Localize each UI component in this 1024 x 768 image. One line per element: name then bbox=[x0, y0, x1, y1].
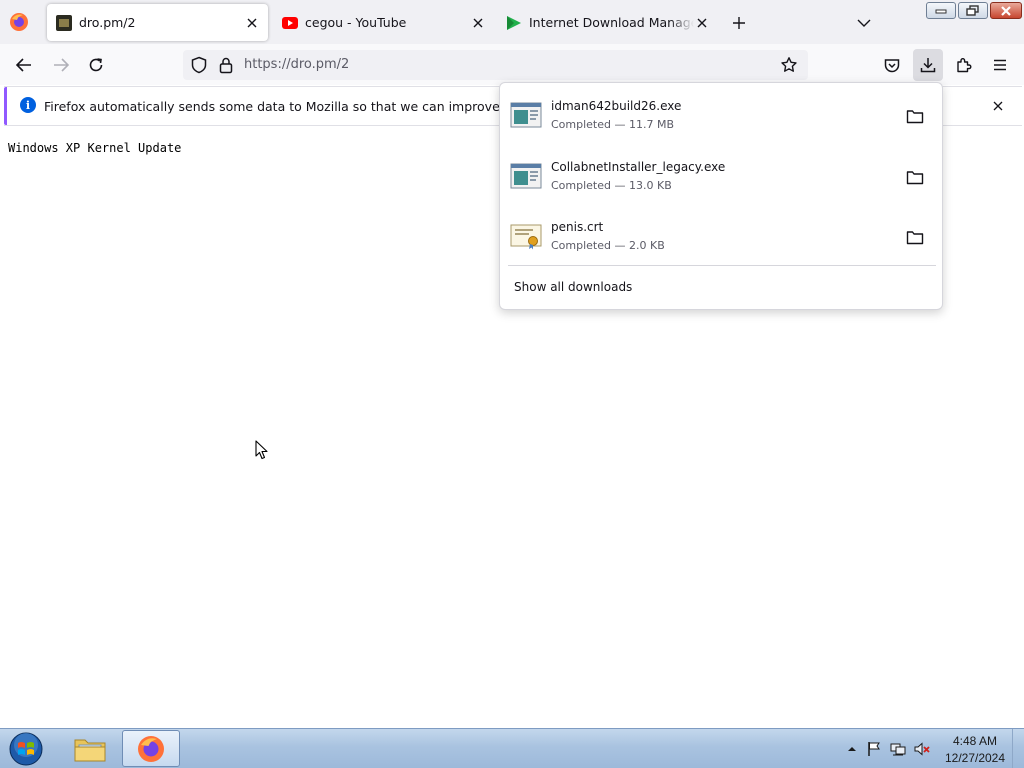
download-item[interactable]: penis.crt Completed — 2.0 KB bbox=[506, 208, 936, 264]
close-tab-icon[interactable] bbox=[694, 15, 710, 31]
url-text[interactable]: https://dro.pm/2 bbox=[244, 57, 349, 72]
page-body-text: Windows XP Kernel Update bbox=[8, 141, 182, 155]
list-all-tabs-button[interactable] bbox=[853, 12, 875, 34]
dro-pm-favicon-icon bbox=[56, 14, 72, 31]
exe-file-icon bbox=[510, 101, 542, 129]
system-clock[interactable]: 4:48 AM 12/27/2024 bbox=[938, 733, 1012, 767]
app-menu-button[interactable] bbox=[987, 52, 1013, 78]
close-tab-icon[interactable] bbox=[244, 15, 260, 31]
extensions-button[interactable] bbox=[951, 52, 977, 78]
hamburger-menu-icon bbox=[994, 59, 1006, 71]
download-file-name: idman642build26.exe bbox=[551, 99, 682, 113]
new-tab-button[interactable] bbox=[728, 12, 750, 34]
downloads-button[interactable] bbox=[913, 49, 943, 81]
taskbar-file-explorer-button[interactable] bbox=[61, 730, 119, 767]
firefox-logo-icon bbox=[138, 735, 164, 762]
exe-file-icon bbox=[510, 162, 542, 190]
download-status: Completed — 2.0 KB bbox=[551, 239, 665, 252]
back-button[interactable] bbox=[11, 52, 37, 78]
youtube-icon bbox=[282, 15, 298, 31]
folder-icon[interactable] bbox=[904, 226, 926, 248]
windows-taskbar: 4:48 AM 12/27/2024 bbox=[0, 728, 1024, 768]
show-all-downloads-button[interactable]: Show all downloads bbox=[514, 280, 632, 294]
arrow-left-icon bbox=[16, 58, 31, 72]
play-arrow-icon bbox=[506, 15, 522, 31]
restore-icon bbox=[966, 4, 979, 16]
start-button[interactable] bbox=[6, 731, 46, 767]
downloads-panel: idman642build26.exe Completed — 11.7 MB … bbox=[499, 82, 943, 310]
chevron-down-icon bbox=[857, 19, 871, 27]
minimize-icon bbox=[935, 9, 947, 13]
system-tray: 4:48 AM 12/27/2024 bbox=[840, 729, 1024, 768]
url-bar[interactable]: https://dro.pm/2 bbox=[183, 50, 808, 80]
clock-date: 12/27/2024 bbox=[944, 751, 1006, 765]
download-status: Completed — 11.7 MB bbox=[551, 118, 675, 131]
clock-time: 4:48 AM bbox=[952, 734, 998, 748]
tab-strip: dro.pm/2 cegou - YouTube Internet Downlo… bbox=[0, 0, 1024, 44]
divider bbox=[508, 265, 936, 266]
navigation-toolbar: https://dro.pm/2 bbox=[0, 44, 1024, 85]
firefox-logo-icon[interactable] bbox=[8, 11, 30, 33]
tab-title: Internet Download Manager is a bbox=[529, 15, 694, 30]
arrow-right-icon bbox=[54, 58, 69, 72]
tab-title: cegou - YouTube bbox=[305, 15, 407, 30]
taskbar-firefox-button[interactable] bbox=[122, 730, 180, 767]
download-arrow-icon bbox=[920, 58, 936, 73]
folder-library-icon bbox=[74, 739, 106, 761]
close-icon bbox=[1001, 5, 1011, 16]
star-icon[interactable] bbox=[780, 56, 798, 74]
reload-icon bbox=[89, 58, 103, 72]
window-minimize-button[interactable] bbox=[926, 2, 956, 19]
plus-icon bbox=[733, 17, 745, 29]
download-status: Completed — 13.0 KB bbox=[551, 179, 672, 192]
tab-title: dro.pm/2 bbox=[79, 15, 136, 30]
download-item[interactable]: CollabnetInstaller_legacy.exe Completed … bbox=[506, 148, 936, 204]
certificate-file-icon bbox=[510, 222, 542, 250]
network-icon[interactable] bbox=[890, 741, 906, 757]
download-item[interactable]: idman642build26.exe Completed — 11.7 MB bbox=[506, 87, 936, 143]
download-file-name: CollabnetInstaller_legacy.exe bbox=[551, 160, 726, 174]
folder-icon[interactable] bbox=[904, 105, 926, 127]
lock-icon[interactable] bbox=[218, 56, 234, 74]
close-tab-icon[interactable] bbox=[470, 15, 486, 31]
forward-button[interactable] bbox=[48, 52, 74, 78]
shield-icon[interactable] bbox=[190, 56, 208, 74]
mouse-pointer-icon bbox=[255, 440, 268, 460]
pocket-button[interactable] bbox=[879, 52, 905, 78]
action-center-flag-icon[interactable] bbox=[866, 741, 882, 757]
tab-dro-pm[interactable]: dro.pm/2 bbox=[47, 4, 268, 41]
puzzle-piece-icon bbox=[957, 58, 972, 73]
info-icon: i bbox=[20, 97, 36, 113]
volume-muted-icon[interactable] bbox=[914, 741, 930, 757]
window-restore-button[interactable] bbox=[958, 2, 988, 19]
tab-youtube[interactable]: cegou - YouTube bbox=[273, 4, 494, 41]
close-notification-icon[interactable] bbox=[990, 98, 1006, 114]
pocket-icon bbox=[884, 58, 900, 72]
notification-accent-stripe bbox=[4, 87, 7, 125]
show-desktop-button[interactable] bbox=[1012, 729, 1024, 768]
reload-button[interactable] bbox=[83, 52, 109, 78]
window-close-button[interactable] bbox=[990, 2, 1022, 19]
tab-idm[interactable]: Internet Download Manager is a bbox=[497, 4, 718, 41]
show-hidden-icons-icon[interactable] bbox=[844, 741, 860, 757]
download-file-name: penis.crt bbox=[551, 220, 604, 234]
folder-icon[interactable] bbox=[904, 166, 926, 188]
windows-orb-icon bbox=[9, 732, 43, 766]
